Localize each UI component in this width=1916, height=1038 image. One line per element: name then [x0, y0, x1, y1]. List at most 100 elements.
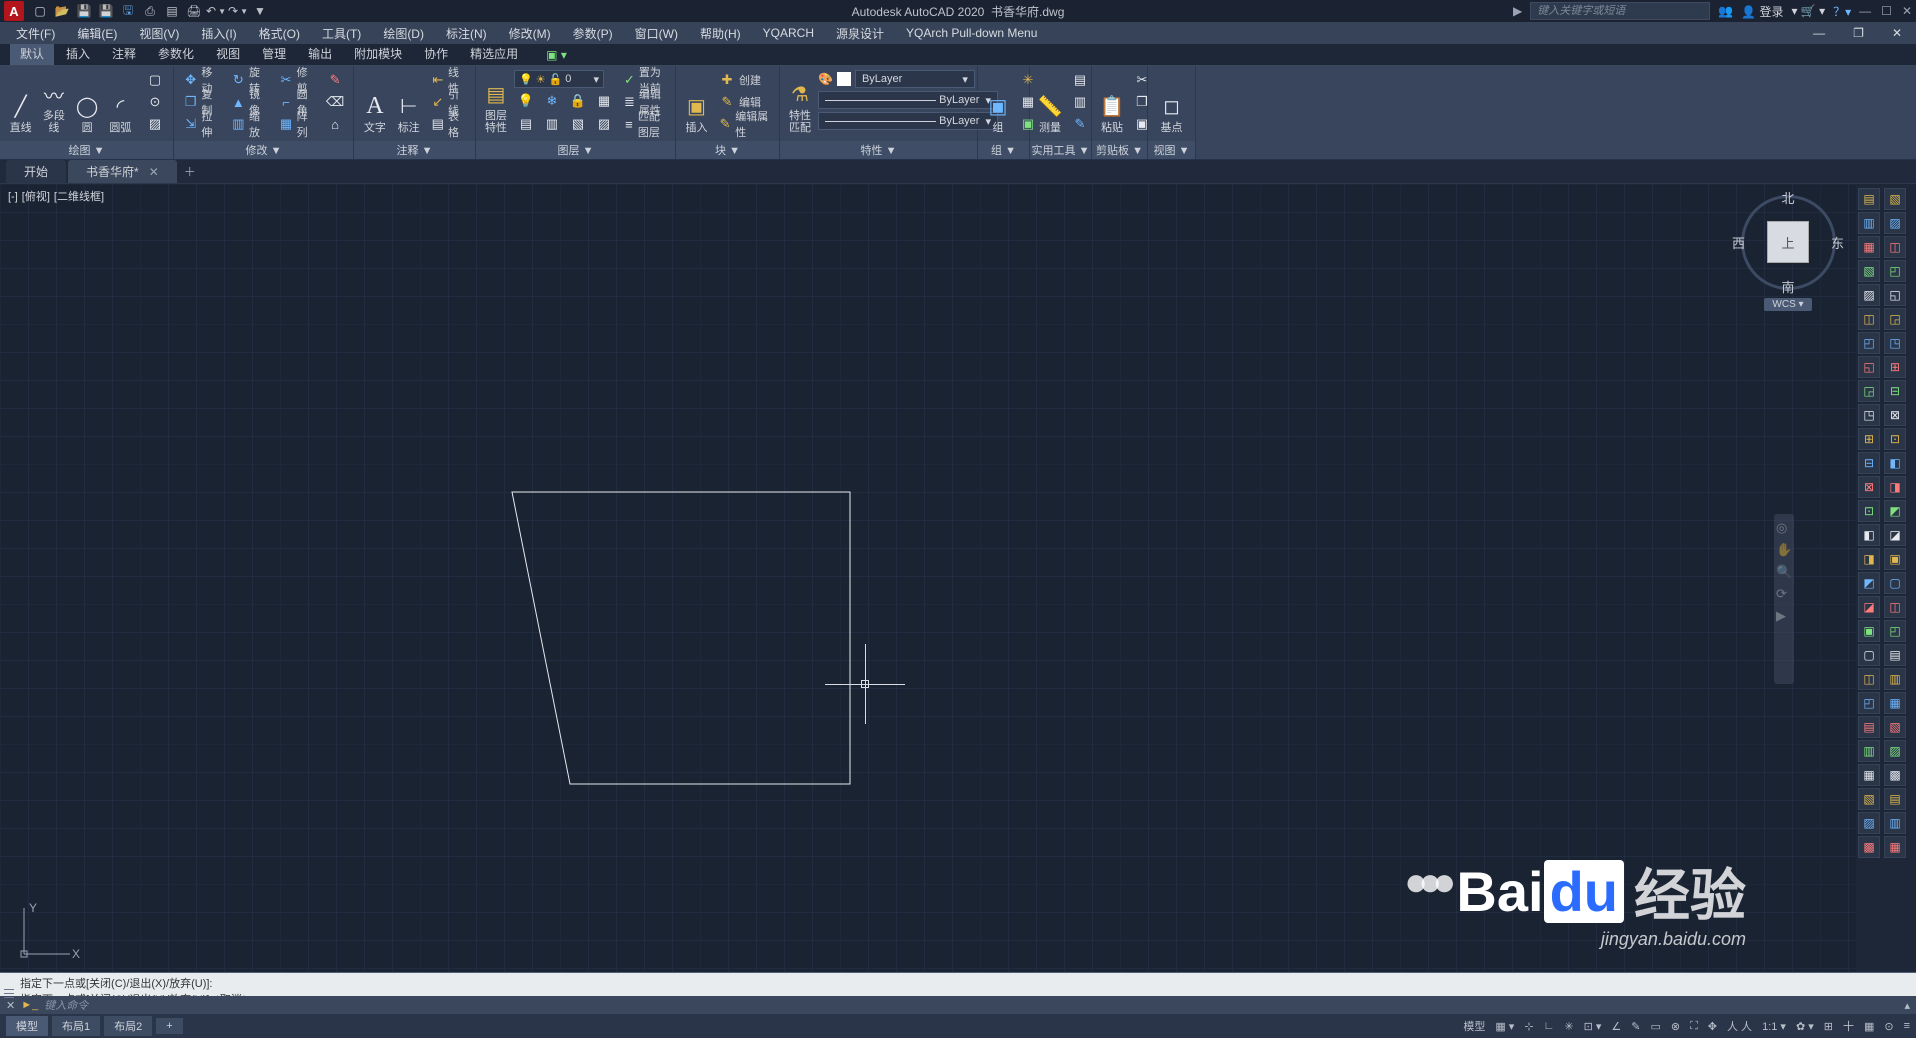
ribtab-param[interactable]: 参数化	[148, 42, 204, 65]
insert-block-button[interactable]: ▣插入	[682, 70, 711, 134]
layer-ex-6[interactable]: ▥	[540, 114, 564, 134]
filetab-start[interactable]: 开始	[6, 160, 66, 183]
tool-1-18-icon[interactable]: ◰	[1884, 620, 1906, 642]
menu-param[interactable]: 参数(P)	[563, 23, 623, 44]
viewcube-east[interactable]: 东	[1831, 233, 1844, 252]
tool-0-26-icon[interactable]: ▨	[1858, 812, 1880, 834]
tool-1-23-icon[interactable]: ▨	[1884, 740, 1906, 762]
ribtab-collaborate[interactable]: 协作	[414, 42, 458, 65]
tool-0-1-icon[interactable]: ▥	[1858, 212, 1880, 234]
layer-ex-1[interactable]: 💡	[514, 91, 538, 111]
tool-1-6-icon[interactable]: ◳	[1884, 332, 1906, 354]
status-iso-icon[interactable]: ⊞	[1824, 1020, 1833, 1033]
panel-title-layers[interactable]: 图层 ▼	[476, 141, 675, 159]
tool-0-10-icon[interactable]: ⊞	[1858, 428, 1880, 450]
tool-1-13-icon[interactable]: ◩	[1884, 500, 1906, 522]
tool-1-15-icon[interactable]: ▣	[1884, 548, 1906, 570]
tool-1-25-icon[interactable]: ▤	[1884, 788, 1906, 810]
status-osnap-icon[interactable]: ⊡ ▾	[1584, 1020, 1602, 1033]
paste-button[interactable]: 📋粘贴	[1098, 70, 1126, 134]
utils-ex-3[interactable]: ✎	[1068, 114, 1092, 134]
menu-yqarch-pulldown[interactable]: YQArch Pull-down Menu	[896, 24, 1047, 42]
nav-zoom-icon[interactable]: 🔍	[1776, 564, 1792, 580]
qat-plot-icon[interactable]: ⎙	[142, 3, 158, 19]
status-qprops-icon[interactable]: ✥	[1708, 1020, 1717, 1033]
tool-0-3-icon[interactable]: ▧	[1858, 260, 1880, 282]
layer-ex-8[interactable]: ▨	[592, 114, 616, 134]
appstore-icon[interactable]: ▾ 🛒 ▾	[1791, 4, 1825, 18]
qat-dropdown-icon[interactable]: ▼	[252, 3, 268, 19]
color-swatch[interactable]	[837, 72, 851, 86]
close-icon[interactable]: ✕	[149, 165, 159, 179]
filetab-current[interactable]: 书香华府*✕	[68, 160, 177, 183]
tool-1-7-icon[interactable]: ⊞	[1884, 356, 1906, 378]
menu-yqarch[interactable]: YQARCH	[753, 24, 824, 42]
nav-pan-icon[interactable]: ✋	[1776, 542, 1792, 558]
layer-match-button[interactable]: ≡匹配图层	[620, 114, 669, 134]
tool-0-5-icon[interactable]: ◫	[1858, 308, 1880, 330]
panel-title-clipboard[interactable]: 剪贴板 ▼	[1092, 141, 1147, 159]
minimize-button[interactable]: —	[1859, 4, 1871, 18]
menu-draw[interactable]: 绘图(D)	[373, 23, 434, 44]
qat-redo-icon[interactable]: ↷▼	[230, 3, 246, 19]
tool-1-27-icon[interactable]: ▦	[1884, 836, 1906, 858]
tool-1-19-icon[interactable]: ▤	[1884, 644, 1906, 666]
tool-1-3-icon[interactable]: ◰	[1884, 260, 1906, 282]
menu-edit[interactable]: 编辑(E)	[67, 23, 127, 44]
dimension-button[interactable]: ⊢标注	[394, 70, 424, 134]
menu-window[interactable]: 窗口(W)	[625, 23, 688, 44]
tool-0-14-icon[interactable]: ◧	[1858, 524, 1880, 546]
viewcube-west[interactable]: 西	[1732, 233, 1745, 252]
tab-add-layout[interactable]: +	[156, 1018, 182, 1034]
tool-1-21-icon[interactable]: ▦	[1884, 692, 1906, 714]
match-properties-button[interactable]: ⚗特性 匹配	[786, 70, 814, 134]
tool-0-22-icon[interactable]: ▤	[1858, 716, 1880, 738]
line-button[interactable]: ╱直线	[6, 70, 35, 134]
viewcube-north[interactable]: 北	[1781, 188, 1794, 207]
status-snap-icon[interactable]: ⊹	[1524, 1020, 1533, 1033]
panel-title-modify[interactable]: 修改 ▼	[174, 141, 353, 159]
tool-1-4-icon[interactable]: ◱	[1884, 284, 1906, 306]
ribtab-default[interactable]: 默认	[10, 42, 54, 65]
qat-layer-icon[interactable]: ▤	[164, 3, 180, 19]
lineweight-selector[interactable]: ByLayer▾	[818, 112, 998, 130]
nav-showmotion-icon[interactable]: ▶	[1776, 608, 1792, 624]
tool-0-23-icon[interactable]: ▥	[1858, 740, 1880, 762]
tool-1-16-icon[interactable]: ▢	[1884, 572, 1906, 594]
base-view-button[interactable]: ◻基点	[1154, 70, 1189, 134]
status-clean-icon[interactable]: ▦	[1864, 1020, 1874, 1033]
view-cube[interactable]: 北 南 东 西 上 WCS ▾	[1728, 192, 1848, 352]
polyline-button[interactable]: 〰多段线	[39, 70, 68, 134]
tool-0-12-icon[interactable]: ⊠	[1858, 476, 1880, 498]
tool-0-4-icon[interactable]: ▨	[1858, 284, 1880, 306]
layer-ex-7[interactable]: ▧	[566, 114, 590, 134]
menu-tools[interactable]: 工具(T)	[312, 23, 371, 44]
layer-selector[interactable]: 💡 ☀ 🔓 0 ▾	[514, 70, 604, 88]
ribtab-extra-icon[interactable]: ▣ ▾	[536, 45, 577, 65]
tool-0-9-icon[interactable]: ◳	[1858, 404, 1880, 426]
tool-0-2-icon[interactable]: ▦	[1858, 236, 1880, 258]
ribtab-output[interactable]: 输出	[298, 42, 342, 65]
menu-help[interactable]: 帮助(H)	[690, 23, 751, 44]
tool-0-13-icon[interactable]: ⊡	[1858, 500, 1880, 522]
tool-1-10-icon[interactable]: ⊡	[1884, 428, 1906, 450]
arc-button[interactable]: ◜圆弧	[106, 70, 135, 134]
tool-1-9-icon[interactable]: ⊠	[1884, 404, 1906, 426]
tool-0-0-icon[interactable]: ▤	[1858, 188, 1880, 210]
menu-format[interactable]: 格式(O)	[249, 23, 310, 44]
status-lwt-icon[interactable]: ▭	[1650, 1020, 1660, 1033]
status-gear-icon[interactable]: ✿ ▾	[1796, 1020, 1814, 1033]
navigation-bar[interactable]: ◎ ✋ 🔍 ⟳ ▶	[1774, 514, 1794, 684]
panel-title-block[interactable]: 块 ▼	[676, 141, 779, 159]
draw-extra-1[interactable]: ▢	[143, 70, 167, 90]
status-customize-icon[interactable]: ⊙	[1884, 1020, 1893, 1033]
measure-button[interactable]: 📏测量	[1036, 70, 1064, 134]
wcs-label[interactable]: WCS ▾	[1764, 298, 1811, 311]
tool-0-11-icon[interactable]: ⊟	[1858, 452, 1880, 474]
text-button[interactable]: A文字	[360, 70, 390, 134]
qat-print-icon[interactable]: 🖨	[186, 3, 202, 19]
array-button[interactable]: ▦阵列	[275, 114, 319, 134]
tool-1-8-icon[interactable]: ⊟	[1884, 380, 1906, 402]
help-icon[interactable]: ？▾	[1833, 3, 1851, 20]
connect-icon[interactable]: 👥	[1718, 4, 1733, 18]
